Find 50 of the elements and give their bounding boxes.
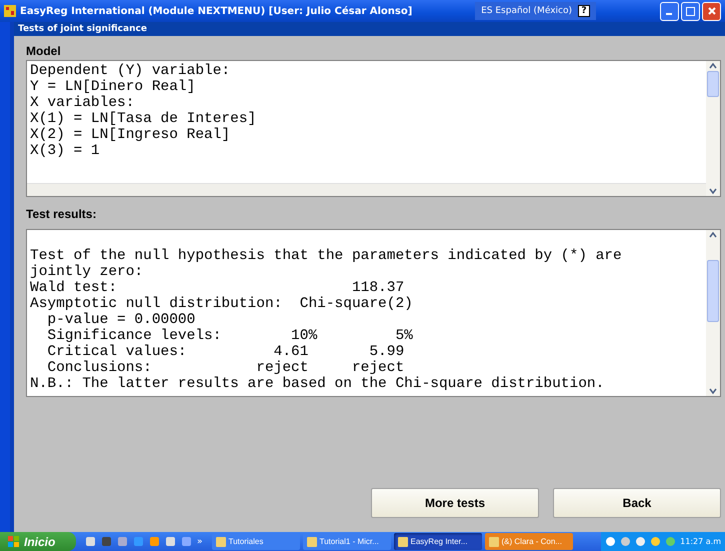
- language-label: ES Español (México): [481, 6, 572, 16]
- text-line: Wald test: 118.37: [30, 280, 406, 296]
- text-line: X(2) = LN[Ingreso Real]: [30, 127, 232, 143]
- text-line: Asymptotic null distribution: Chi-square(2): [30, 296, 414, 312]
- text-line: Test of the null hypothesis that the parameters indicated by (*) are: [30, 248, 623, 264]
- section-label: Model: [26, 43, 62, 60]
- help-button[interactable]: ?: [578, 5, 590, 17]
- more-chevron[interactable]: »: [197, 536, 203, 546]
- scroll-up-icon[interactable]: [708, 230, 718, 240]
- window-title: EasyReg International (Module NEXTMENU) [User: Julio César Alonso]: [20, 6, 412, 16]
- text-line: X variables:: [30, 95, 136, 111]
- text-line: Dependent (Y) variable:: [30, 63, 232, 79]
- text-line: Conclusions: reject reject: [46, 360, 406, 376]
- text-line: N.B.: The latter results are based on the Chi-square distribution.: [30, 376, 606, 392]
- window-icon: [398, 536, 408, 546]
- clock: 11:27 a.m: [680, 537, 721, 546]
- start-button[interactable]: Inicio: [0, 532, 76, 551]
- text-line: Y = LN[Dinero Real]: [30, 79, 196, 95]
- text-line: Significance levels: 10% 5%: [46, 328, 414, 344]
- text-line: jointly zero:: [30, 264, 144, 280]
- text-line: p-value = 0.00000: [46, 312, 196, 328]
- language-bar[interactable]: ES Español (México) ?: [475, 2, 596, 20]
- text-line: X(1) = LN[Tasa de Interes]: [30, 111, 258, 127]
- maximize-button[interactable]: [681, 2, 700, 20]
- text-line: Critical values: 4.61 5.99: [46, 344, 406, 360]
- scroll-down-icon[interactable]: [708, 186, 718, 196]
- vertical-scrollbar[interactable]: [706, 61, 720, 196]
- scroll-thumb[interactable]: [707, 260, 719, 322]
- maximize-icon: [686, 6, 695, 16]
- more-tests-button[interactable]: More tests: [371, 488, 539, 518]
- close-button[interactable]: [702, 2, 721, 20]
- dialog-title: Tests of joint significance: [14, 22, 725, 36]
- back-button[interactable]: Back: [553, 488, 721, 518]
- scroll-up-icon[interactable]: [708, 61, 718, 71]
- taskbar-button[interactable]: Tutorial1 - Micr...: [302, 533, 391, 550]
- window-icon: [216, 536, 226, 546]
- text-line: X(3) = 1: [30, 143, 101, 159]
- window-icon: [488, 536, 499, 546]
- scroll-down-icon[interactable]: [708, 386, 718, 396]
- windows-logo-icon: [8, 536, 20, 548]
- taskbar-button[interactable]: EasyReg Inter...: [394, 533, 482, 550]
- model-text-box[interactable]: Dependent (Y) variable: Y = LN[Dinero Real] X variables: X(1) = LN[Tasa de Interes] X(2) = LN[Ingreso Real] X(3) = 1: [26, 60, 721, 197]
- section-label: Test results:: [26, 206, 98, 223]
- vertical-scrollbar[interactable]: [706, 230, 720, 396]
- scroll-thumb[interactable]: [707, 71, 719, 97]
- close-icon: [708, 7, 716, 15]
- taskbar-button[interactable]: Tutoriales: [212, 533, 300, 550]
- window-icon: [306, 536, 317, 546]
- results-text-box[interactable]: [26, 229, 721, 397]
- minimize-button[interactable]: [660, 2, 679, 20]
